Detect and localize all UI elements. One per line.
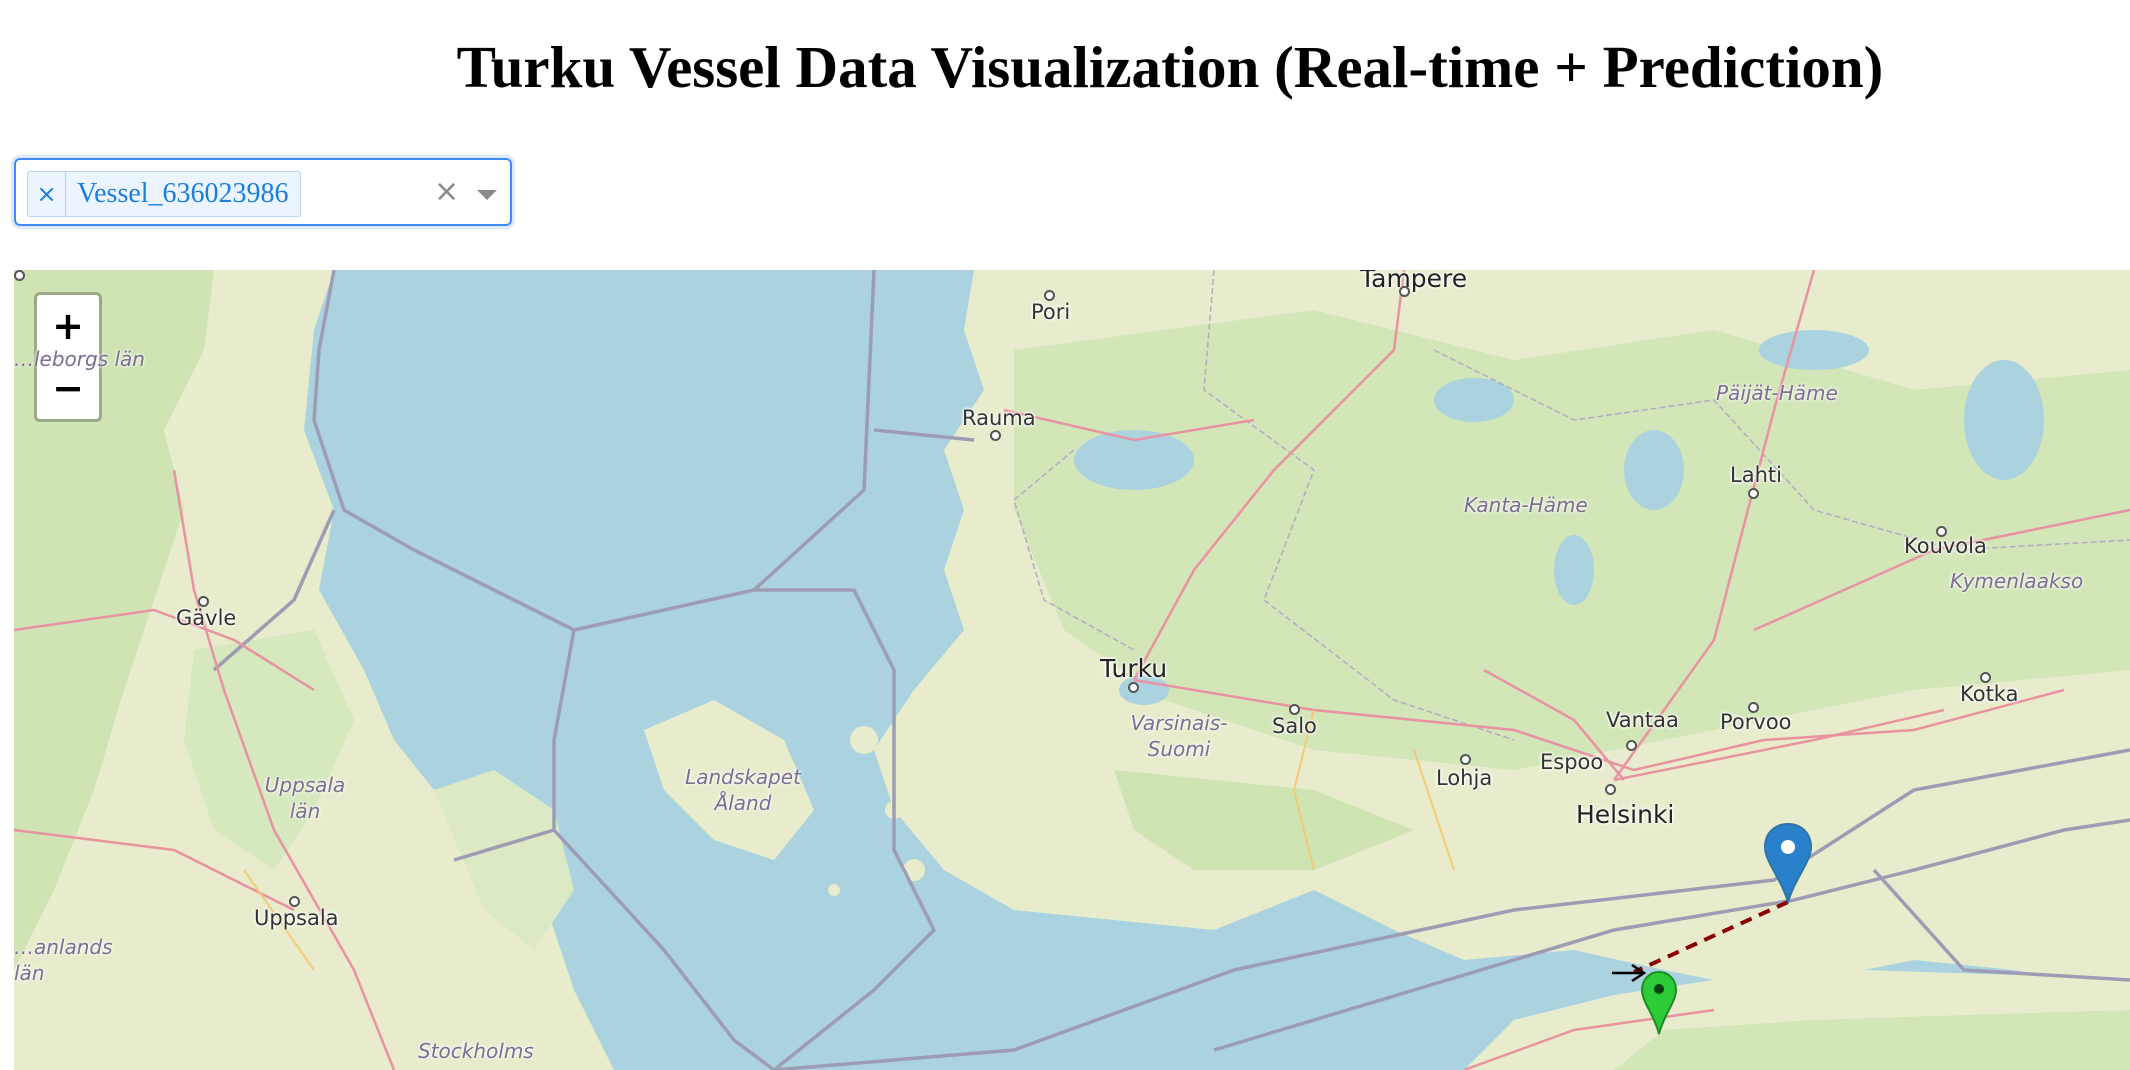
city-dot xyxy=(1128,682,1139,693)
region-label-aland: Landskapet Åland xyxy=(685,765,801,815)
region-label-kymenlaakso: Kymenlaakso xyxy=(1950,569,2084,593)
region-label-gavleborgs: …leborgs län xyxy=(14,347,145,371)
city-label-turku: Turku xyxy=(1100,654,1168,683)
city-dot xyxy=(1289,704,1300,715)
remove-vessel-icon[interactable]: × xyxy=(28,172,66,216)
city-label-porvoo: Porvoo xyxy=(1720,710,1792,734)
city-label-gavle: Gävle xyxy=(176,606,237,630)
city-label-lahti: Lahti xyxy=(1730,463,1782,487)
city-dot xyxy=(1605,784,1616,795)
city-dot xyxy=(14,270,25,281)
predicted-position-marker-icon[interactable] xyxy=(1640,970,1678,1036)
city-dot xyxy=(1980,672,1991,683)
city-dot xyxy=(1748,702,1759,713)
map-view[interactable]: + − Tampere Pori Rauma Lahti Kouvola Kot… xyxy=(14,270,2130,1070)
city-label-pori: Pori xyxy=(1031,300,1071,324)
city-label-lohja: Lohja xyxy=(1436,766,1493,790)
city-dot xyxy=(1626,740,1637,751)
city-label-uppsala: Uppsala xyxy=(254,906,339,930)
vessel-multiselect[interactable]: × Vessel_636023986 × xyxy=(14,158,512,226)
city-dot xyxy=(1399,286,1410,297)
city-label-helsinki: Helsinki xyxy=(1576,800,1675,829)
city-dot xyxy=(198,596,209,607)
selected-vessel-tag: × Vessel_636023986 xyxy=(27,171,301,217)
current-position-marker-icon[interactable] xyxy=(1763,822,1813,904)
city-dot xyxy=(289,896,300,907)
city-dot xyxy=(990,430,1001,441)
region-label-stockholms: Stockholms xyxy=(418,1039,534,1063)
region-label-uppsala-lan: Uppsala län xyxy=(264,773,346,823)
city-label-salo: Salo xyxy=(1272,714,1317,738)
selected-vessel-label: Vessel_636023986 xyxy=(77,178,289,209)
city-dot xyxy=(1044,290,1055,301)
city-label-kotka: Kotka xyxy=(1960,682,2019,706)
region-label-varsinais-suomi: Varsinais-Suomi xyxy=(1130,711,1228,761)
page-title: Turku Vessel Data Visualization (Real-ti… xyxy=(456,34,1884,100)
city-label-kouvola: Kouvola xyxy=(1904,534,1987,558)
city-label-tampere: Tampere xyxy=(1360,270,1468,293)
city-dot xyxy=(1936,526,1947,537)
city-dot xyxy=(1460,754,1471,765)
city-dot xyxy=(1748,488,1759,499)
city-label-vantaa: Vantaa xyxy=(1606,708,1679,732)
city-label-rauma: Rauma xyxy=(962,406,1036,430)
chevron-down-icon[interactable] xyxy=(477,190,497,200)
region-label-paijat-hame: Päijät-Häme xyxy=(1716,381,1838,405)
region-label-kanta-hame: Kanta-Häme xyxy=(1464,493,1588,517)
clear-selection-icon[interactable]: × xyxy=(434,172,459,212)
city-label-espoo: Espoo xyxy=(1540,750,1604,774)
region-label-vastmanlands: …anlands län xyxy=(14,935,113,985)
